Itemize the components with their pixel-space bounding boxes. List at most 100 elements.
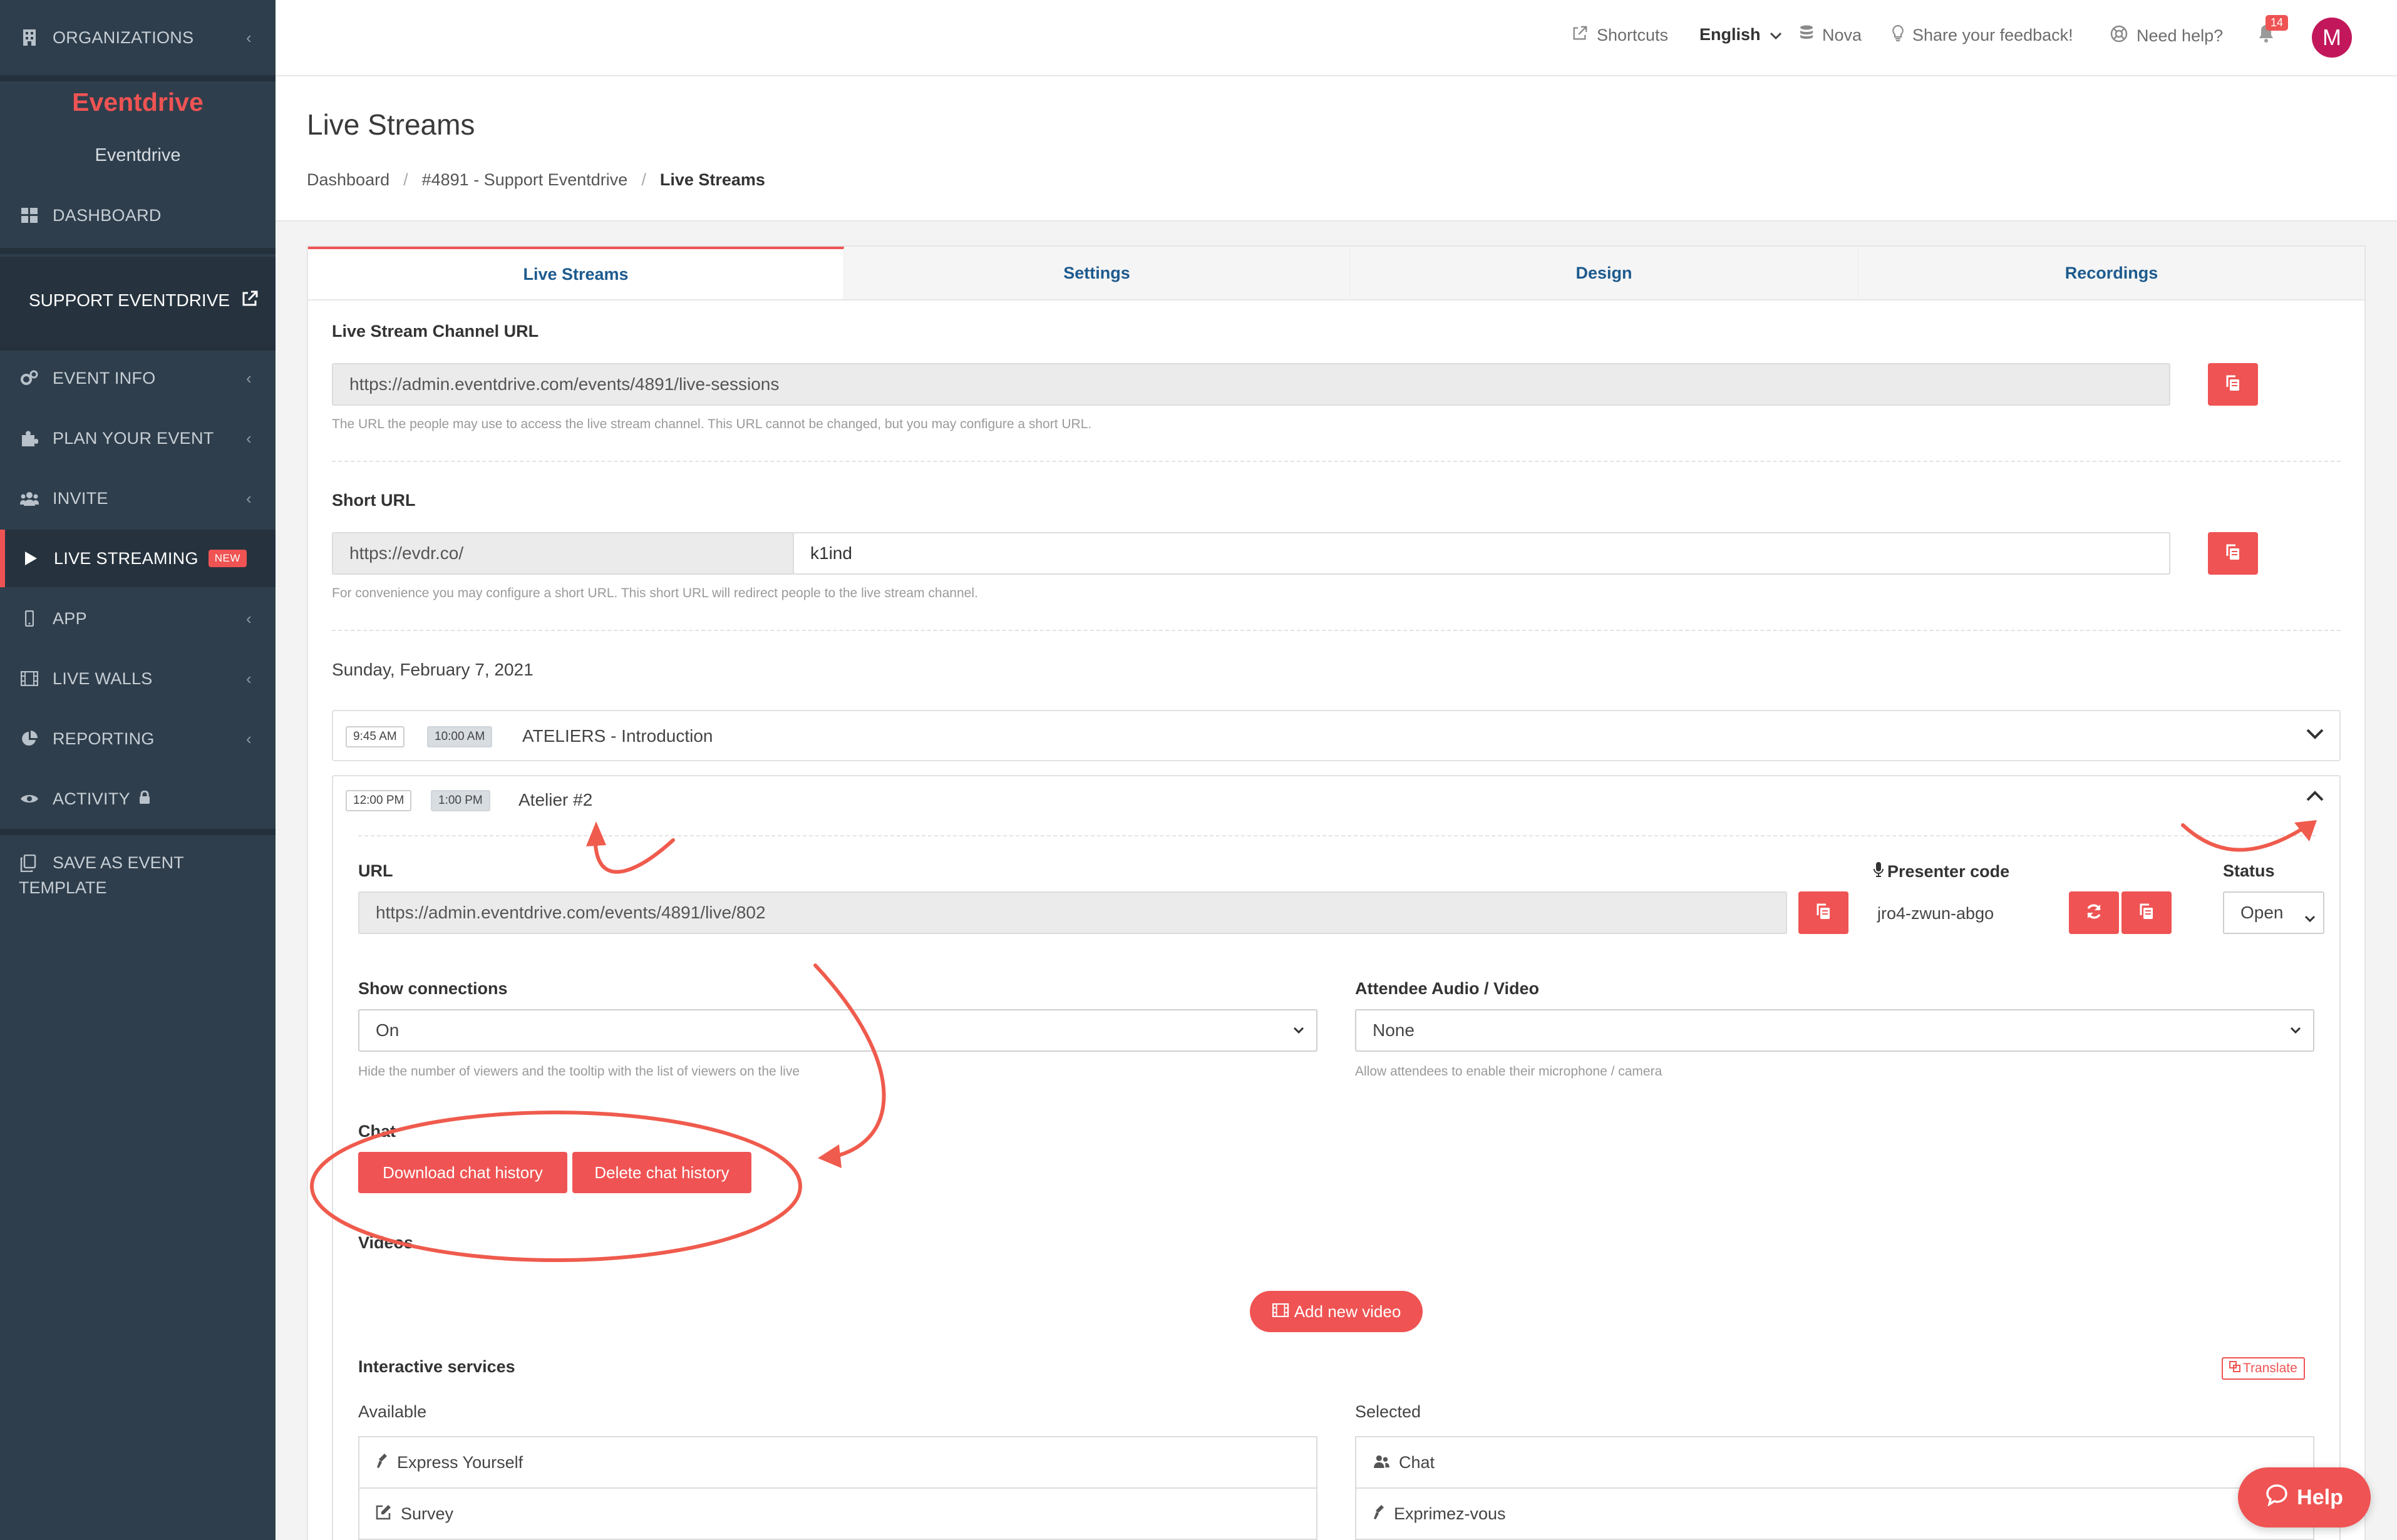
chevron-down-icon xyxy=(1770,25,1782,44)
breadcrumb-dashboard[interactable]: Dashboard xyxy=(307,170,389,190)
user-avatar[interactable]: M xyxy=(2312,18,2352,58)
microphone-icon xyxy=(1874,861,1884,882)
page-title: Live Streams xyxy=(307,108,475,141)
sidebar-item-reporting[interactable]: REPORTING ‹ xyxy=(0,720,276,757)
chevron-down-icon[interactable] xyxy=(2306,727,2324,743)
sidebar-organizations-label: ORGANIZATIONS xyxy=(53,28,194,47)
shortcuts-label: Shortcuts xyxy=(1597,26,1669,44)
sidebar-item-plan-your-event[interactable]: PLAN YOUR EVENT ‹ xyxy=(0,419,276,457)
session-title: Atelier #2 xyxy=(518,790,593,809)
chevron-left-icon: ‹ xyxy=(246,488,252,508)
short-url-label: Short URL xyxy=(332,491,416,510)
sidebar-item-invite[interactable]: INVITE ‹ xyxy=(0,480,276,517)
template-label-line1: SAVE AS EVENT xyxy=(53,853,184,872)
session-url-label: URL xyxy=(358,861,393,880)
delete-chat-history-button[interactable]: Delete chat history xyxy=(572,1152,751,1193)
session-expanded: 12:00 PM 1:00 PM Atelier #2 URL https://… xyxy=(332,775,2341,1540)
chevron-left-icon: ‹ xyxy=(246,669,252,688)
list-item[interactable]: Express Yourself xyxy=(359,1437,1316,1489)
film-icon xyxy=(1272,1302,1289,1322)
sidebar-item-label: PLAN YOUR EVENT xyxy=(53,428,214,448)
channel-url-field[interactable]: https://admin.eventdrive.com/events/4891… xyxy=(332,363,2170,406)
tab-design[interactable]: Design xyxy=(1350,247,1858,299)
sidebar-event-label: SUPPORT EVENTDRIVE xyxy=(29,290,230,310)
save-as-template-button[interactable]: SAVE AS EVENT TEMPLATE xyxy=(0,850,276,900)
attendee-av-value: None xyxy=(1373,1020,1415,1040)
tab-settings[interactable]: Settings xyxy=(844,247,1350,299)
building-icon xyxy=(20,28,39,47)
page-header: Live Streams Dashboard / #4891 - Support… xyxy=(276,76,2397,222)
sidebar-item-app[interactable]: APP ‹ xyxy=(0,600,276,637)
sidebar-item-label: LIVE WALLS xyxy=(53,669,153,688)
live-streams-card: Live Streams Settings Design Recordings … xyxy=(307,245,2366,1540)
need-help-label: Need help? xyxy=(2137,26,2224,45)
copy-session-url-button[interactable] xyxy=(1798,891,1848,934)
show-connections-select[interactable]: On xyxy=(358,1009,1317,1052)
regenerate-code-button[interactable] xyxy=(2069,891,2119,934)
sidebar-item-activity[interactable]: ACTIVITY xyxy=(0,780,276,818)
brand-logo[interactable]: Eventdrive xyxy=(0,88,276,117)
database-label: Nova xyxy=(1822,26,1862,44)
service-name: Survey xyxy=(401,1504,454,1523)
list-item[interactable]: Chat xyxy=(1356,1437,2313,1489)
copy-presenter-code-button[interactable] xyxy=(2121,891,2172,934)
attendee-av-help: Allow attendees to enable their micropho… xyxy=(1355,1064,1662,1079)
copy-icon xyxy=(2225,374,2241,395)
sidebar-event-support[interactable]: SUPPORT EVENTDRIVE xyxy=(0,257,276,344)
dashboard-icon xyxy=(20,206,39,225)
sidebar-organizations[interactable]: ORGANIZATIONS ‹ xyxy=(0,19,276,56)
template-label-line2: TEMPLATE xyxy=(19,878,107,897)
shortcuts-link[interactable]: Shortcuts xyxy=(1572,25,1668,46)
service-name: Express Yourself xyxy=(397,1452,523,1472)
tab-recordings[interactable]: Recordings xyxy=(1858,247,2364,299)
chevron-up-icon[interactable] xyxy=(2306,790,2324,806)
need-help-link[interactable]: Need help? xyxy=(2110,25,2223,47)
session-start-time: 9:45 AM xyxy=(346,726,405,747)
chevron-left-icon: ‹ xyxy=(246,368,252,388)
show-connections-value: On xyxy=(376,1020,400,1040)
chevron-down-icon xyxy=(2289,1022,2302,1044)
edit-icon xyxy=(376,1504,392,1524)
download-chat-history-button[interactable]: Download chat history xyxy=(358,1152,567,1193)
sidebar-item-live-streaming[interactable]: LIVE STREAMING NEW xyxy=(0,530,276,587)
translate-button[interactable]: Translate xyxy=(2222,1357,2305,1380)
list-item[interactable]: Survey xyxy=(359,1489,1316,1540)
breadcrumb-event[interactable]: #4891 - Support Eventdrive xyxy=(422,170,628,190)
sidebar-divider xyxy=(0,75,276,81)
selected-services-list: Chat Exprimez-vous xyxy=(1355,1436,2314,1540)
translate-label: Translate xyxy=(2243,1361,2297,1375)
show-connections-label: Show connections xyxy=(358,979,508,998)
feedback-link[interactable]: Share your feedback! xyxy=(1892,24,2073,46)
session-row[interactable]: 9:45 AM 10:00 AM ATELIERS - Introduction xyxy=(332,710,2341,761)
copy-channel-url-button[interactable] xyxy=(2208,363,2258,406)
external-link-icon xyxy=(241,290,259,312)
help-label: Help xyxy=(2297,1485,2343,1509)
sidebar-item-dashboard[interactable]: DASHBOARD xyxy=(0,197,276,234)
pie-chart-icon xyxy=(20,729,39,748)
sidebar: ORGANIZATIONS ‹ Eventdrive Eventdrive DA… xyxy=(0,0,276,1540)
feedback-label: Share your feedback! xyxy=(1912,26,2073,44)
play-icon xyxy=(21,549,40,568)
status-value: Open xyxy=(2240,903,2284,922)
breadcrumb-separator: / xyxy=(641,170,646,189)
language-dropdown[interactable]: English xyxy=(1699,25,1782,44)
tab-live-streams[interactable]: Live Streams xyxy=(308,247,844,299)
lightbulb-icon xyxy=(1892,24,1904,46)
add-new-video-button[interactable]: Add new video xyxy=(1250,1291,1423,1332)
help-button[interactable]: Help xyxy=(2238,1467,2371,1527)
channel-url-label: Live Stream Channel URL xyxy=(332,322,539,341)
status-select[interactable]: Open xyxy=(2223,891,2324,934)
videos-label: Videos xyxy=(358,1233,414,1252)
sidebar-divider xyxy=(0,344,276,351)
sidebar-item-event-info[interactable]: EVENT INFO ‹ xyxy=(0,359,276,397)
database-selector[interactable]: Nova xyxy=(1800,25,1862,46)
short-url-input[interactable]: k1ind xyxy=(793,532,2170,575)
copy-short-url-button[interactable] xyxy=(2208,532,2258,575)
session-url-field[interactable]: https://admin.eventdrive.com/events/4891… xyxy=(358,891,1787,934)
presenter-code-label-text: Presenter code xyxy=(1887,862,2010,881)
attendee-av-select[interactable]: None xyxy=(1355,1009,2314,1052)
chevron-down-icon xyxy=(2304,908,2316,928)
list-item[interactable]: Exprimez-vous xyxy=(1356,1489,2313,1540)
copy-icon xyxy=(2138,903,2155,923)
sidebar-item-live-walls[interactable]: LIVE WALLS ‹ xyxy=(0,660,276,697)
